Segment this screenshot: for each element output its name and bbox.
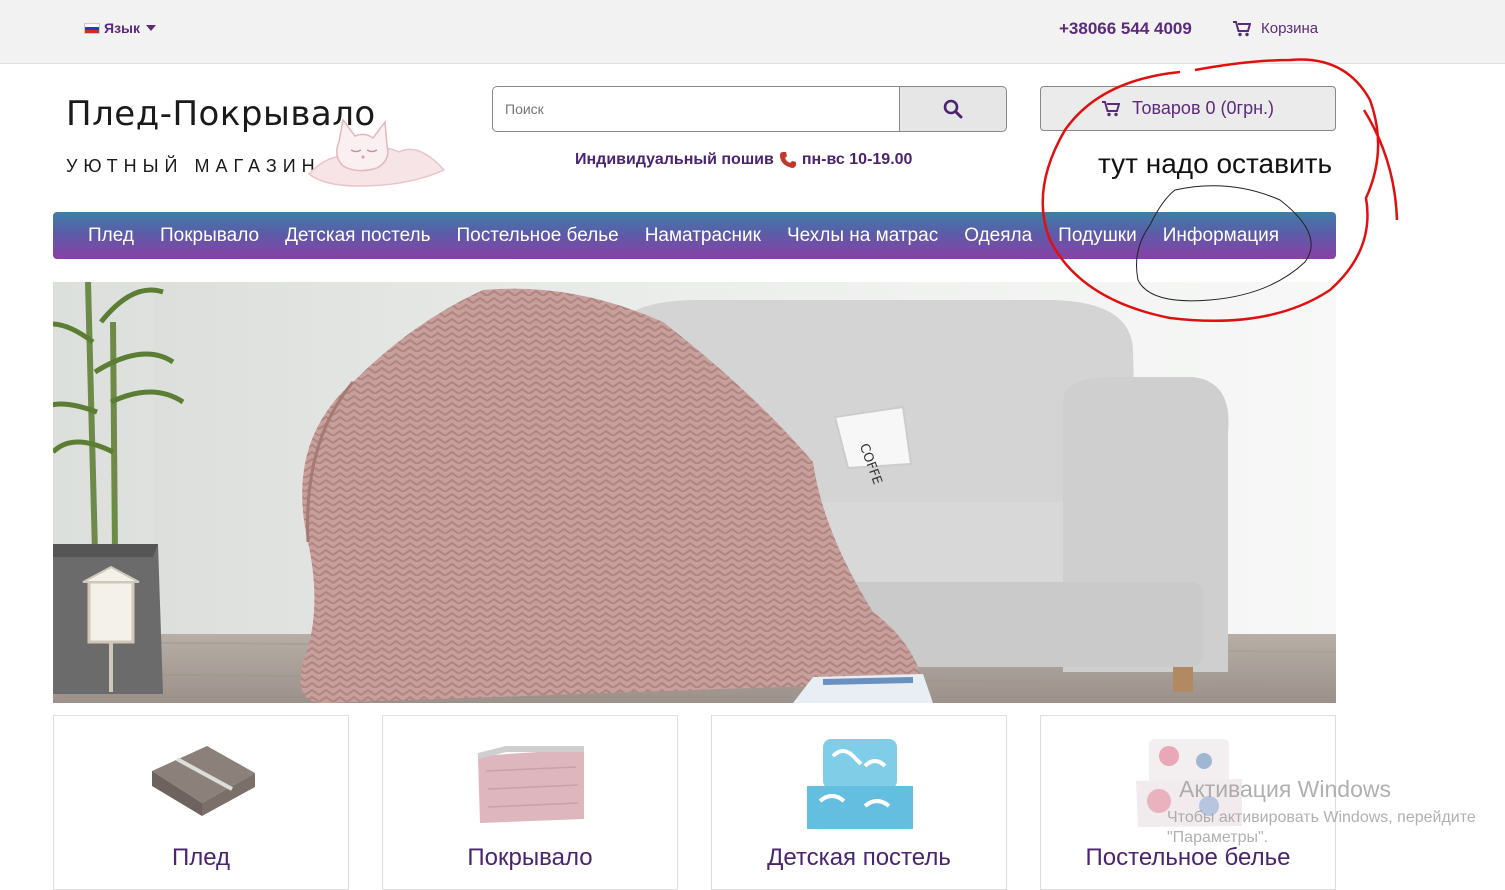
site-logo[interactable]: Плед-Покрывало УЮТНЫЙ МАГАЗИН xyxy=(63,92,453,192)
nav-item-pillows[interactable]: Подушки xyxy=(1045,225,1150,247)
search-icon xyxy=(943,99,963,119)
search-button[interactable] xyxy=(899,86,1007,132)
caret-down-icon xyxy=(145,25,156,31)
nav-item-information[interactable]: Информация xyxy=(1150,225,1292,247)
bedspread-image xyxy=(477,746,584,823)
nav-item-mattress-covers[interactable]: Чехлы на матрас xyxy=(774,225,951,247)
category-label-kids-bedding: Детская постель xyxy=(767,844,951,871)
nav-item-mattress-topper[interactable]: Наматрасник xyxy=(632,225,774,247)
cart-icon xyxy=(1233,20,1251,36)
windows-activation-watermark: Активация Windows Чтобы активировать Win… xyxy=(1167,776,1476,847)
cart-summary-button[interactable]: Товаров 0 (0грн.) xyxy=(1040,86,1336,131)
category-cards: Плед Покрывало Детская постель Постельно… xyxy=(53,715,1336,890)
nav-item-blankets[interactable]: Одеяла xyxy=(951,225,1045,247)
kids-bedding-image xyxy=(807,739,913,829)
language-label: Язык xyxy=(104,20,140,36)
russian-flag-icon xyxy=(84,22,100,34)
category-card-pokryvalo[interactable]: Покрывало xyxy=(382,715,678,890)
nav-item-kids-bedding[interactable]: Детская постель xyxy=(272,225,443,247)
main-nav: Плед Покрывало Детская постель Постельно… xyxy=(53,212,1336,259)
sleeping-cat-icon xyxy=(307,118,446,187)
folded-blanket-image xyxy=(152,746,255,816)
watermark-line-3: "Параметры". xyxy=(1167,829,1269,846)
phone-number[interactable]: +38066 544 4009 xyxy=(1059,19,1192,39)
logo-subtitle: УЮТНЫЙ МАГАЗИН xyxy=(66,156,321,176)
working-hours: пн-вс 10-19.00 xyxy=(801,151,913,168)
top-bar: Язык +38066 544 4009 Корзина xyxy=(0,0,1505,64)
category-label-pled: Плед xyxy=(171,844,231,871)
tagline-text: Индивидуальный пошив xyxy=(575,151,774,168)
category-label-bed-linen: Постельное белье xyxy=(1085,844,1291,871)
watermark-title: Активация Windows xyxy=(1179,776,1391,802)
language-selector[interactable]: Язык xyxy=(84,20,156,36)
category-label-pokryvalo: Покрывало xyxy=(467,844,593,871)
annotation-text: тут надо оставить xyxy=(1098,148,1333,179)
cart-link[interactable]: Корзина xyxy=(1233,20,1318,37)
nav-item-pokryvalo[interactable]: Покрывало xyxy=(147,225,272,247)
cart-summary-label: Товаров 0 (0грн.) xyxy=(1131,98,1275,118)
cart-icon xyxy=(1101,100,1120,116)
phone-icon xyxy=(779,152,796,168)
search-bar xyxy=(492,86,1007,132)
nav-item-bed-linen[interactable]: Постельное белье xyxy=(444,225,632,247)
cart-link-label: Корзина xyxy=(1261,20,1319,37)
search-input[interactable] xyxy=(492,86,900,132)
tagline: Индивидуальный пошив пн-вс 10-19.00 xyxy=(575,151,912,169)
nav-item-pled[interactable]: Плед xyxy=(75,225,147,247)
category-card-kids-bedding[interactable]: Детская постель xyxy=(711,715,1007,890)
watermark-line-2: Чтобы активировать Windows, перейдите xyxy=(1167,809,1476,826)
hero-illustration: COFFE xyxy=(53,282,1336,703)
category-card-pled[interactable]: Плед xyxy=(53,715,349,890)
hero-banner[interactable]: COFFE xyxy=(53,282,1336,703)
